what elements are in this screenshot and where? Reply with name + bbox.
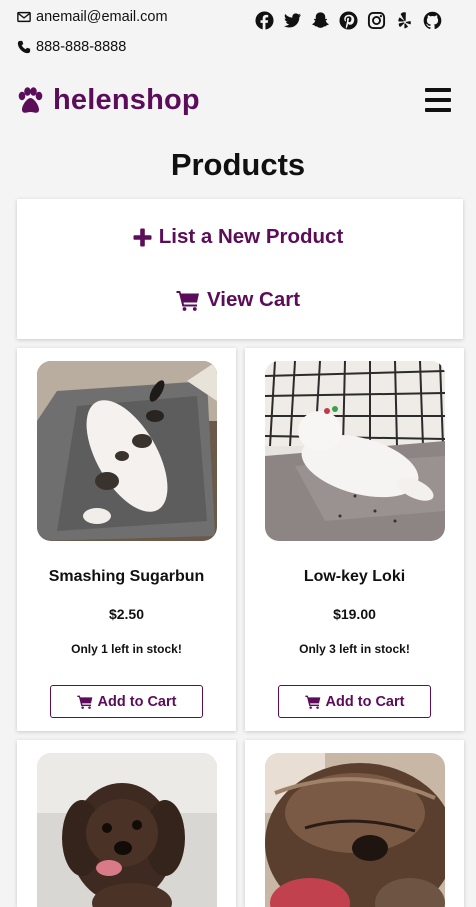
shopping-cart-icon (176, 290, 199, 311)
product-stock: Only 3 left in stock! (299, 642, 410, 656)
snapchat-icon[interactable] (306, 10, 334, 30)
email-text: anemail@email.com (36, 9, 168, 25)
brand-name: helenshop (53, 84, 200, 116)
brand-logo-link[interactable]: helenshop (15, 84, 200, 117)
add-to-cart-label: Add to Cart (97, 693, 177, 710)
view-cart-label: View Cart (206, 288, 301, 311)
product-price: $2.50 (108, 606, 145, 622)
product-image[interactable] (37, 753, 217, 907)
email-contact[interactable]: anemail@email.com (17, 9, 168, 25)
product-image[interactable] (265, 753, 445, 907)
phone-contact[interactable]: 888-888-8888 (17, 39, 126, 55)
product-card (245, 740, 464, 907)
menu-bar-middle (425, 98, 451, 102)
plus-icon (133, 228, 152, 246)
list-new-product-link[interactable]: List a New Product (0, 225, 476, 249)
phone-icon (17, 40, 31, 54)
pinterest-icon[interactable] (334, 10, 362, 30)
menu-bar-bottom (425, 108, 451, 112)
envelope-icon (17, 11, 31, 23)
product-price: $19.00 (333, 606, 376, 622)
product-image[interactable] (37, 361, 217, 541)
add-to-cart-button[interactable]: Add to Cart (278, 685, 431, 718)
shopping-cart-icon (76, 695, 92, 709)
add-to-cart-button[interactable]: Add to Cart (50, 685, 203, 718)
twitter-icon[interactable] (278, 10, 306, 30)
paw-icon (18, 86, 43, 113)
product-stock: Only 1 left in stock! (71, 642, 182, 656)
list-new-product-label: List a New Product (158, 225, 344, 248)
view-cart-link[interactable]: View Cart (0, 288, 476, 312)
menu-bar-top (425, 88, 451, 92)
product-card (17, 740, 236, 907)
product-name[interactable]: Low-key Loki (245, 568, 464, 586)
product-name[interactable]: Smashing Sugarbun (17, 568, 236, 586)
top-contact-bar: anemail@email.com 888-888-8888 (0, 0, 476, 70)
product-image[interactable] (265, 361, 445, 541)
shopping-cart-icon (304, 695, 320, 709)
instagram-icon[interactable] (362, 10, 390, 30)
phone-text: 888-888-8888 (36, 39, 127, 55)
facebook-icon[interactable] (250, 10, 278, 30)
page-title: Products (170, 147, 306, 182)
product-card: Low-key Loki $19.00 Only 3 left in stock… (245, 348, 464, 731)
actions-card (17, 199, 463, 339)
hamburger-menu-icon[interactable] (425, 88, 451, 112)
add-to-cart-label: Add to Cart (325, 693, 405, 710)
yelp-icon[interactable] (390, 10, 418, 30)
social-links (250, 10, 446, 30)
github-icon[interactable] (418, 10, 446, 30)
product-card: Smashing Sugarbun $2.50 Only 1 left in s… (17, 348, 236, 731)
